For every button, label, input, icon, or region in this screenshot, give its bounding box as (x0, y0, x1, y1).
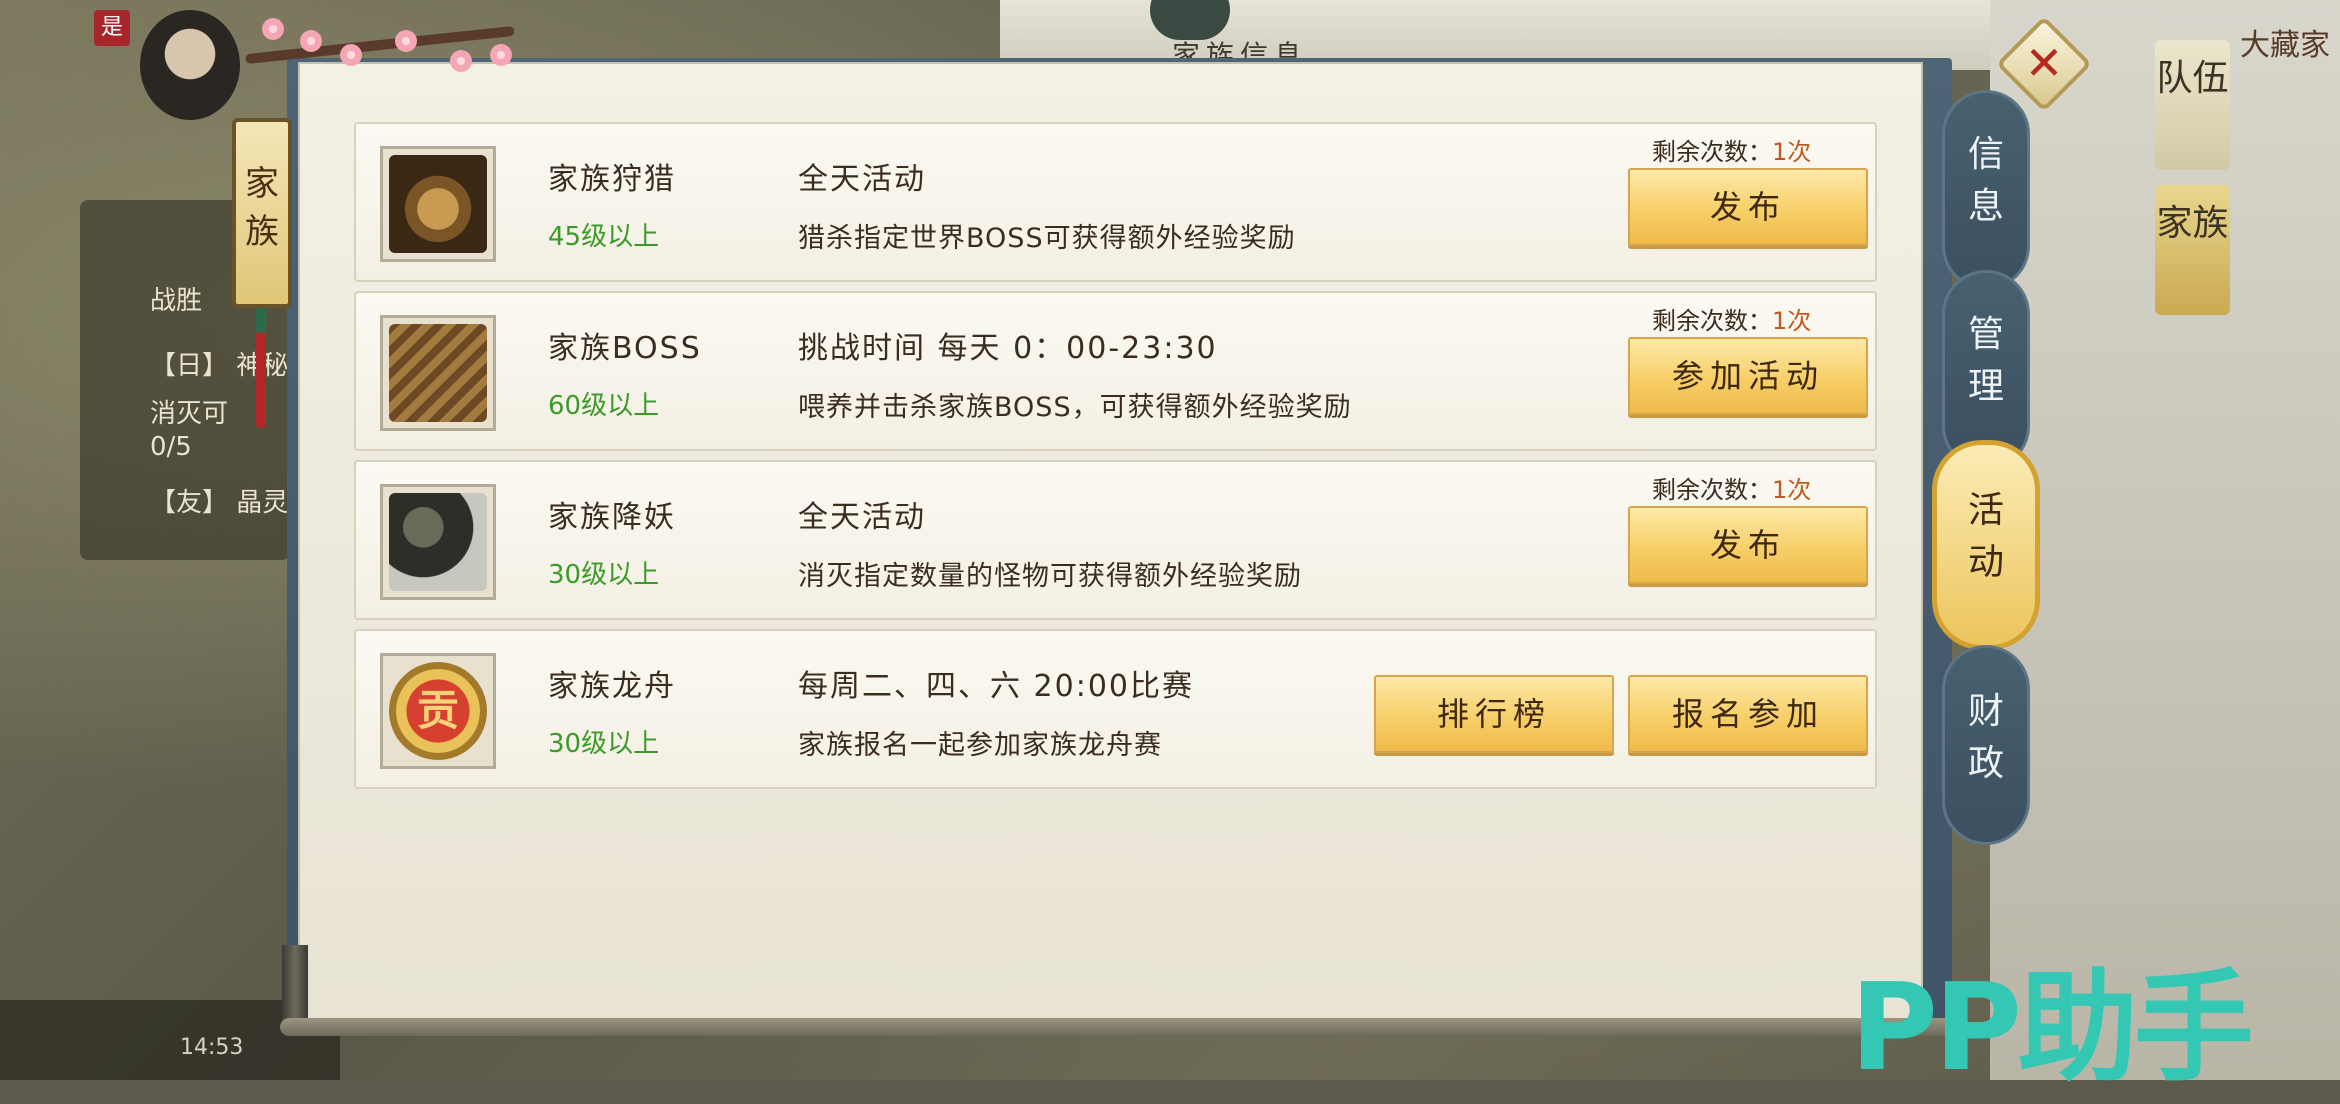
skeleton-warrior-icon (380, 484, 496, 600)
activity-name: 家族BOSS (548, 331, 702, 366)
activity-desc: 消灭指定数量的怪物可获得额外经验奖励 (798, 561, 1302, 592)
activity-row-dragonboat: 贡 家族龙舟 30级以上 每周二、四、六 20:00比赛 家族报名一起参加家族龙… (354, 629, 1877, 789)
tab-info-label-2: 息 (1967, 186, 2004, 227)
player-avatar[interactable] (140, 10, 240, 120)
remaining-count: 剩余次数：1次 (1652, 307, 1812, 335)
activity-name: 家族狩猎 (548, 162, 676, 197)
blossom-icon (395, 30, 417, 52)
tab-finance-label-2: 政 (1967, 743, 2004, 784)
activity-level: 60级以上 (548, 391, 660, 421)
quest-line: 0/5 (150, 432, 192, 462)
quest-line: 【友】 晶灵 (150, 488, 289, 518)
activity-name: 家族龙舟 (548, 669, 676, 704)
tab-activity-label-1: 活 (1967, 490, 2004, 531)
activity-level: 45级以上 (548, 222, 660, 252)
quest-line: 战胜 (150, 286, 203, 316)
remaining-count: 剩余次数：1次 (1652, 138, 1812, 166)
activity-name: 家族降妖 (548, 500, 676, 535)
tab-info-label-1: 信 (1967, 134, 2004, 175)
activity-time: 全天活动 (798, 162, 926, 197)
activity-level: 30级以上 (548, 729, 660, 759)
blossom-icon (490, 44, 512, 66)
background-tab-team[interactable]: 队伍 (2155, 40, 2230, 170)
tab-manage-label-2: 理 (1967, 366, 2004, 407)
publish-button[interactable]: 发布 (1628, 168, 1868, 246)
blossom-icon (262, 18, 284, 40)
background-badge: 是 (94, 10, 130, 46)
pp-assistant-watermark: PP助手 (1850, 959, 2254, 1098)
background-tab-family[interactable]: 家族 (2155, 185, 2230, 315)
remaining-count: 剩余次数：1次 (1652, 476, 1812, 504)
tab-activity-label-2: 动 (1967, 542, 2004, 583)
tab-manage-label-1: 管 (1967, 314, 2004, 355)
activity-row-demon: 家族降妖 30级以上 全天活动 消灭指定数量的怪物可获得额外经验奖励 剩余次数：… (354, 460, 1877, 620)
activity-time: 全天活动 (798, 500, 926, 535)
activity-desc: 猎杀指定世界BOSS可获得额外经验奖励 (798, 223, 1296, 254)
join-activity-button[interactable]: 参加活动 (1628, 337, 1868, 415)
blossom-icon (300, 30, 322, 52)
activity-time: 挑战时间 每天 0：00-23:30 (798, 331, 1218, 366)
leaderboard-button[interactable]: 排行榜 (1374, 675, 1614, 753)
tribute-medal-icon: 贡 (380, 653, 496, 769)
tassel-decoration (256, 308, 266, 428)
tab-info[interactable]: 信 息 (1942, 90, 2030, 290)
signup-button[interactable]: 报名参加 (1628, 675, 1868, 753)
tab-activity[interactable]: 活 动 (1932, 440, 2040, 650)
activity-desc: 喂养并击杀家族BOSS，可获得额外经验奖励 (798, 392, 1352, 423)
quest-line: 消灭可 (150, 399, 229, 429)
tab-finance-label-1: 财 (1967, 691, 2004, 732)
activity-row-hunt: 家族狩猎 45级以上 全天活动 猎杀指定世界BOSS可获得额外经验奖励 剩余次数… (354, 122, 1877, 282)
panel-scroll-pole (282, 945, 308, 1025)
activity-time: 每周二、四、六 20:00比赛 (798, 669, 1194, 704)
quest-line: 【日】 神秘 (150, 351, 289, 381)
panel-scroll-rod (280, 1018, 1960, 1036)
tab-finance[interactable]: 财 政 (1942, 645, 2030, 845)
publish-button[interactable]: 发布 (1628, 506, 1868, 584)
activity-desc: 家族报名一起参加家族龙舟赛 (798, 730, 1162, 761)
background-corner-text: 大藏家 (2240, 28, 2330, 63)
blossom-icon (340, 44, 362, 66)
background-clock: 14:53 (180, 1035, 244, 1060)
activity-level: 30级以上 (548, 560, 660, 590)
monster-horned-head-icon (380, 146, 496, 262)
medal-label: 贡 (416, 686, 459, 735)
blossom-icon (450, 50, 472, 72)
family-tag-label: 家族 (245, 164, 279, 252)
dragon-boss-icon (380, 315, 496, 431)
activity-row-boss: 家族BOSS 60级以上 挑战时间 每天 0：00-23:30 喂养并击杀家族B… (354, 291, 1877, 451)
